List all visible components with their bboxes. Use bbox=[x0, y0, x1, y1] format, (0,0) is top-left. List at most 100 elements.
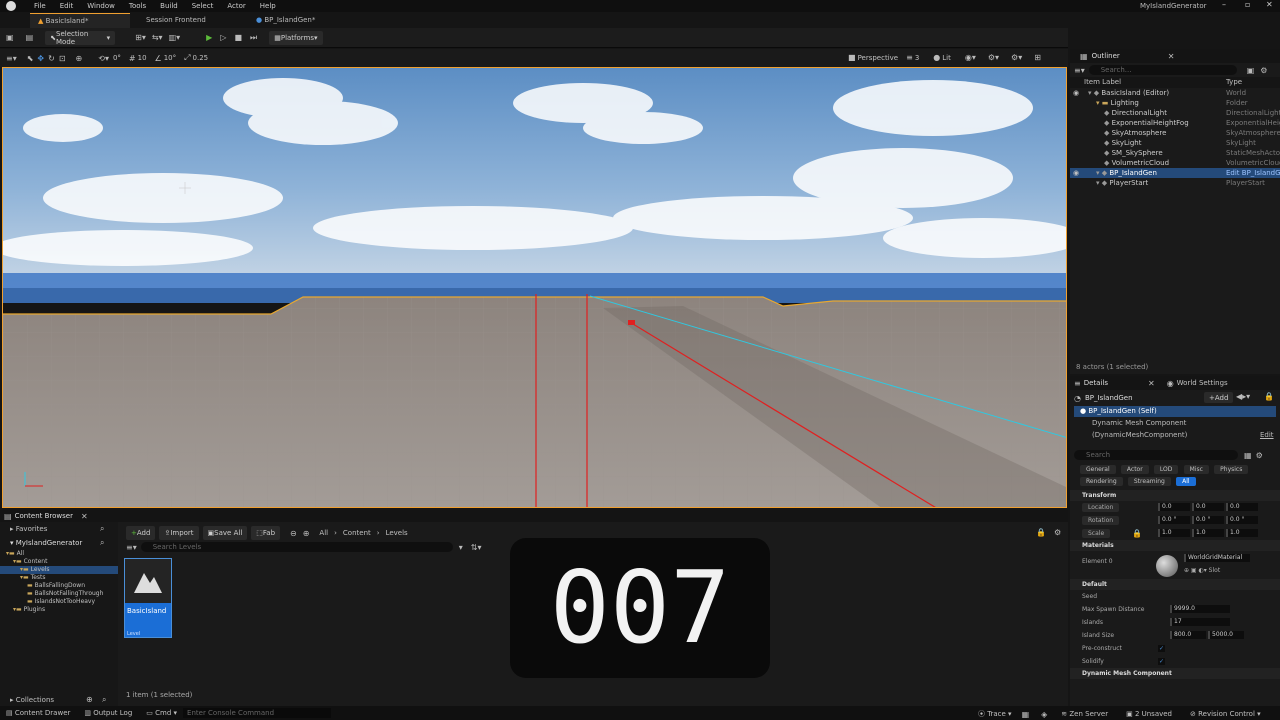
outliner-row[interactable]: ◉ ▾ ◆ BasicIsland (Editor) World bbox=[1070, 88, 1280, 98]
content-filter-icon[interactable]: ≡▾ bbox=[126, 543, 137, 552]
asset-tile-basicisland[interactable]: BasicIsland Level bbox=[124, 558, 172, 638]
outliner-search-input[interactable]: Search... bbox=[1088, 65, 1237, 75]
select-tool-icon[interactable]: ⬉ bbox=[27, 54, 34, 63]
derived-data-icon[interactable]: ▦ bbox=[1022, 710, 1030, 719]
breadcrumb-all[interactable]: All bbox=[319, 529, 328, 537]
step-icon[interactable]: ▷ bbox=[220, 33, 226, 42]
location-dropdown[interactable]: Location bbox=[1082, 503, 1120, 512]
scale-lock-icon[interactable]: 🔒 bbox=[1132, 527, 1142, 540]
unreal-logo-icon[interactable] bbox=[6, 1, 16, 11]
location-z[interactable]: 0.0 bbox=[1226, 503, 1258, 511]
grid-snap-value[interactable]: 10 bbox=[138, 54, 147, 62]
world-space-icon[interactable]: ⊕ bbox=[76, 54, 83, 63]
breadcrumb-content[interactable]: Content bbox=[343, 529, 371, 537]
scalability-icon[interactable]: ⚙▾ bbox=[988, 53, 999, 62]
folder-tree-item[interactable]: ▾▬ Plugins bbox=[0, 606, 118, 614]
folder-tree-item[interactable]: ▾▬ All bbox=[0, 550, 118, 558]
island-size-min[interactable]: 800.0 bbox=[1170, 631, 1206, 639]
cb-settings-icon[interactable]: ⚙ bbox=[1054, 528, 1061, 537]
play-icon[interactable]: ▶ bbox=[206, 33, 212, 42]
gizmo-handle[interactable] bbox=[628, 320, 635, 325]
show-flags-icon[interactable]: ◉▾ bbox=[965, 53, 976, 62]
platforms-dropdown[interactable]: ▦ Platforms ▾ bbox=[269, 30, 323, 45]
outliner-row[interactable]: ◆ SkyLight SkyLight bbox=[1070, 138, 1280, 148]
maximize-viewport-icon[interactable]: ⊞ bbox=[1034, 53, 1041, 62]
level-viewport[interactable] bbox=[2, 67, 1067, 508]
rotation-snap-value[interactable]: 0° bbox=[113, 54, 121, 62]
outliner-close-icon[interactable]: ✕ bbox=[1168, 52, 1175, 61]
material-dropdown[interactable]: WorldGridMaterial bbox=[1184, 554, 1250, 562]
cmd-dropdown[interactable]: ▭ Cmd ▾ bbox=[146, 709, 177, 717]
save-all-button[interactable]: ▣ Save All bbox=[202, 526, 248, 540]
folder-tree-item[interactable]: ▬ BallsFallingDown bbox=[0, 582, 118, 590]
scale-x[interactable]: 1.0 bbox=[1158, 529, 1190, 537]
favorites-header[interactable]: ▸ Favorites ⌕ bbox=[0, 522, 118, 536]
scale-tool-icon[interactable]: ⊡ bbox=[59, 54, 66, 63]
notifications-icon[interactable]: ◈ bbox=[1041, 710, 1047, 719]
outliner-settings-icon[interactable]: ⚙ bbox=[1260, 66, 1267, 75]
camera-speed-value[interactable]: 3 bbox=[915, 54, 919, 62]
folder-tree-item[interactable]: ▾▬ Levels bbox=[0, 566, 118, 574]
revision-control-button[interactable]: ⊘ Revision Control ▾ bbox=[1190, 710, 1261, 718]
rotation-x[interactable]: 0.0 ° bbox=[1158, 516, 1190, 524]
trace-button[interactable]: ⦿ Trace ▾ bbox=[978, 709, 1012, 719]
project-header[interactable]: ▾ MyIslandGenerator ⌕ bbox=[0, 536, 118, 550]
outliner-row[interactable]: ▾ ▬ Lighting Folder bbox=[1070, 98, 1280, 108]
details-settings-icon[interactable]: ⚙ bbox=[1256, 451, 1263, 460]
menu-help[interactable]: Help bbox=[260, 2, 276, 10]
viewport-menu-icon[interactable]: ≡▾ bbox=[6, 54, 17, 63]
outliner-row[interactable]: ▾ ◆ PlayerStart PlayerStart bbox=[1070, 178, 1280, 188]
outliner-row[interactable]: ◆ ExponentialHeightFog ExponentialHeightF… bbox=[1070, 118, 1280, 128]
selection-mode-dropdown[interactable]: ⬉ Selection Mode ▾ bbox=[45, 30, 116, 46]
islands-input[interactable]: 17 bbox=[1170, 618, 1230, 626]
sequence-icon[interactable]: ▥▾ bbox=[169, 33, 181, 42]
menu-window[interactable]: Window bbox=[87, 2, 115, 10]
add-component-button[interactable]: + Add bbox=[1204, 392, 1234, 403]
folder-tree-item[interactable]: ▬ BallsNotFallingThrough bbox=[0, 590, 118, 598]
add-collection-icon[interactable]: ⊕ bbox=[86, 694, 93, 706]
rotation-y[interactable]: 0.0 ° bbox=[1192, 516, 1224, 524]
collections-search-icon[interactable]: ⌕ bbox=[102, 694, 106, 706]
column-item-label[interactable]: Item Label bbox=[1084, 78, 1121, 86]
perspective-dropdown[interactable]: Perspective bbox=[858, 54, 899, 62]
menu-edit[interactable]: Edit bbox=[60, 2, 74, 10]
translate-tool-icon[interactable]: ✥ bbox=[37, 54, 44, 63]
category-rendering[interactable]: Rendering bbox=[1080, 477, 1123, 486]
lit-dropdown[interactable]: Lit bbox=[942, 54, 951, 62]
eject-icon[interactable]: ⏭ bbox=[250, 33, 257, 43]
menu-build[interactable]: Build bbox=[160, 2, 178, 10]
settings-icon[interactable]: ⚙▾ bbox=[1011, 53, 1022, 62]
menu-tools[interactable]: Tools bbox=[129, 2, 146, 10]
sort-icon[interactable]: ⇅▾ bbox=[471, 543, 482, 552]
console-input[interactable]: Enter Console Command bbox=[183, 708, 332, 718]
section-default[interactable]: Default bbox=[1070, 579, 1280, 590]
folder-tree-item[interactable]: ▾▬ Content bbox=[0, 558, 118, 566]
scale-y[interactable]: 1.0 bbox=[1192, 529, 1224, 537]
tab-details[interactable]: Details bbox=[1084, 379, 1108, 387]
section-transform[interactable]: Transform bbox=[1070, 490, 1280, 501]
content-browser-close-icon[interactable]: ✕ bbox=[81, 512, 88, 521]
section-materials[interactable]: Materials bbox=[1070, 540, 1280, 551]
category-lod[interactable]: LOD bbox=[1153, 465, 1179, 474]
tab-basicisland[interactable]: ▲ BasicIsland* bbox=[30, 13, 130, 28]
rotation-dropdown[interactable]: Rotation bbox=[1082, 516, 1120, 525]
folder-tree-item[interactable]: ▾▬ Tests bbox=[0, 574, 118, 582]
menu-file[interactable]: File bbox=[34, 2, 46, 10]
grid-snap-icon[interactable]: # bbox=[129, 54, 136, 63]
category-streaming[interactable]: Streaming bbox=[1127, 477, 1171, 486]
preconstruct-checkbox[interactable]: ✓ bbox=[1158, 645, 1165, 652]
component-dynamic-mesh[interactable]: Dynamic Mesh Component (DynamicMeshCompo… bbox=[1070, 417, 1280, 439]
output-log-button[interactable]: ▥ Output Log bbox=[84, 709, 132, 717]
scale-snap-value[interactable]: 0.25 bbox=[193, 54, 209, 62]
maximize-icon[interactable]: ▫ bbox=[1245, 0, 1250, 9]
outliner-tab[interactable]: ▦ Outliner ✕ bbox=[1070, 49, 1280, 63]
grid-view-icon[interactable]: ▦ bbox=[1244, 451, 1252, 460]
outliner-row-type[interactable]: Edit BP_IslandGen bbox=[1226, 168, 1280, 178]
content-browser-tab[interactable]: ▤ Content Browser ✕ bbox=[0, 510, 1068, 522]
outliner-row[interactable]: ◆ SkyAtmosphere SkyAtmosphere bbox=[1070, 128, 1280, 138]
solidify-checkbox[interactable]: ✓ bbox=[1158, 658, 1165, 665]
outliner-row[interactable]: ◆ DirectionalLight DirectionalLight bbox=[1070, 108, 1280, 118]
add-button[interactable]: + Add bbox=[126, 526, 156, 540]
edit-component-link[interactable]: Edit bbox=[1260, 429, 1274, 441]
tab-bp-islandgen[interactable]: ● BP_IslandGen* bbox=[248, 13, 348, 28]
